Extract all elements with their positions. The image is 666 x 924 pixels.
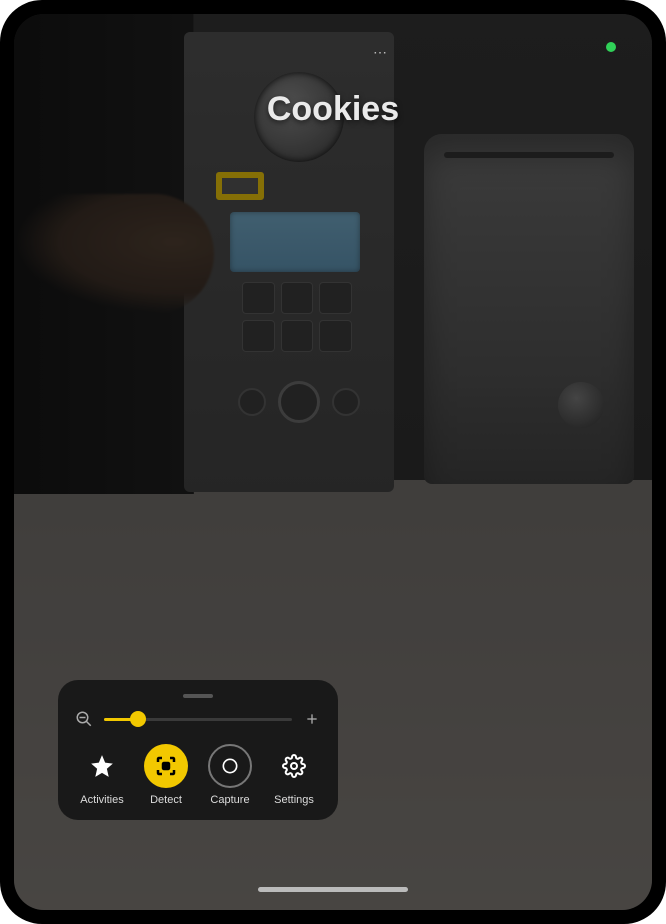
mode-detect[interactable]: Detect — [138, 744, 194, 806]
screen: ⋯ Cookies — [14, 14, 652, 910]
detection-highlight — [216, 172, 264, 200]
magnifier-control-panel[interactable]: Activities Detect — [58, 680, 338, 820]
ipad-frame: ⋯ Cookies — [0, 0, 666, 924]
toaster — [424, 134, 634, 484]
capture-icon — [208, 744, 252, 788]
detect-icon — [144, 744, 188, 788]
appliance-lcd — [230, 212, 360, 272]
mode-activities[interactable]: Activities — [74, 744, 130, 806]
mode-capture[interactable]: Capture — [202, 744, 258, 806]
mode-label: Settings — [274, 794, 314, 806]
camera-active-indicator — [606, 42, 616, 52]
mode-label: Detect — [150, 794, 182, 806]
zoom-slider-thumb[interactable] — [130, 711, 146, 727]
zoom-slider[interactable] — [104, 718, 292, 721]
mode-settings[interactable]: Settings — [266, 744, 322, 806]
detected-text-title: Cookies — [14, 90, 652, 129]
appliance-start-row — [224, 372, 374, 432]
star-icon — [80, 744, 124, 788]
appliance-button-cluster — [242, 282, 352, 352]
gear-icon — [272, 744, 316, 788]
hand-pointing — [14, 194, 214, 314]
panel-drag-handle[interactable] — [183, 694, 213, 698]
zoom-slider-row — [74, 710, 322, 728]
more-menu-icon[interactable]: ⋯ — [373, 44, 389, 61]
home-indicator[interactable] — [258, 887, 408, 892]
mode-label: Capture — [210, 794, 249, 806]
zoom-in-icon[interactable] — [302, 711, 322, 727]
mode-buttons: Activities Detect — [74, 744, 322, 806]
zoom-out-icon[interactable] — [74, 710, 94, 728]
mode-label: Activities — [80, 794, 123, 806]
